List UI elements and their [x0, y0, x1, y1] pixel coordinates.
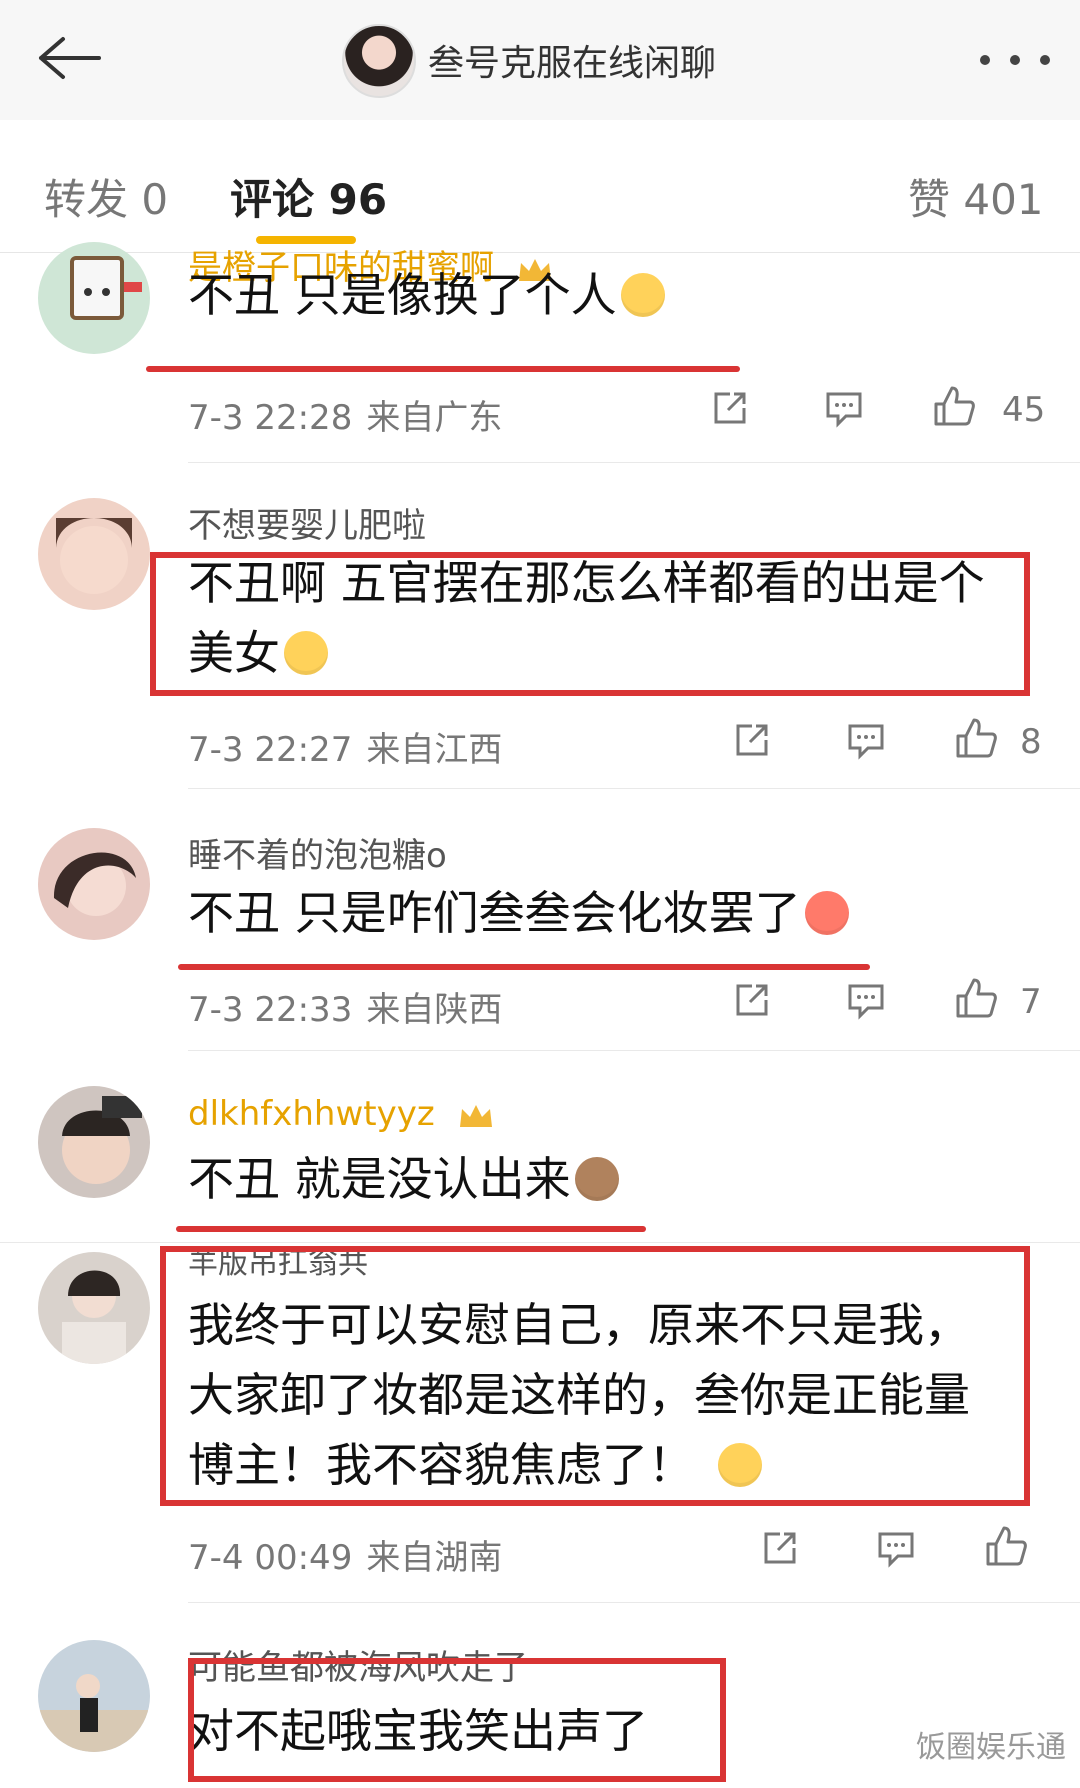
comment-time: 7-3 22:27 — [188, 730, 353, 770]
back-button[interactable] — [28, 18, 108, 98]
comment-meta: 7-3 22:27 来自江西 — [188, 722, 502, 771]
comment-icon — [848, 984, 884, 1020]
highlight-underline — [146, 366, 740, 372]
comment-divider — [188, 1602, 1080, 1603]
thumbs-up-icon — [986, 1526, 1027, 1566]
reply-button[interactable] — [874, 1526, 918, 1570]
see-no-evil-monkey-emoji-icon — [574, 1156, 619, 1201]
highlight-box — [150, 552, 1030, 696]
like-button[interactable] — [954, 976, 998, 1020]
avatar[interactable] — [38, 498, 150, 610]
comment-location: 来自广东 — [366, 398, 503, 438]
avatar[interactable] — [38, 828, 150, 940]
share-icon — [714, 392, 746, 424]
highlight-underline — [176, 1226, 646, 1232]
more-dot-icon — [980, 55, 990, 65]
more-dot-icon — [1040, 55, 1050, 65]
comment-text: 不丑 只是像换了个人 — [188, 260, 665, 330]
avatar[interactable] — [38, 1086, 150, 1198]
highlight-underline — [178, 964, 870, 970]
reply-button[interactable] — [822, 386, 866, 430]
avatar-image-icon — [70, 256, 142, 320]
highlight-box — [188, 1658, 726, 1782]
comment-divider — [188, 1050, 1080, 1051]
more-options-button[interactable] — [970, 40, 1060, 80]
comment-text-line: 不丑 只是咋们叁叁会化妆罢了 — [188, 886, 801, 940]
comment-username[interactable]: 不想要婴儿肥啦 — [188, 498, 426, 547]
reply-button[interactable] — [844, 718, 888, 762]
tab-likes[interactable]: 赞 401 — [908, 166, 1044, 227]
comment-text: 不丑 就是没认出来 — [188, 1144, 619, 1214]
avatar[interactable] — [38, 1640, 150, 1752]
comment-username: dlkhfxhhwtyyz — [188, 1094, 496, 1134]
avatar-image-icon — [62, 1270, 126, 1364]
more-dot-icon — [1010, 55, 1020, 65]
avatar[interactable] — [38, 1252, 150, 1364]
like-count: 7 — [1020, 982, 1042, 1022]
comment-text: 不丑 只是咋们叁叁会化妆罢了 — [188, 878, 849, 948]
comment-time: 7-3 22:33 — [188, 990, 353, 1030]
like-button[interactable] — [984, 1524, 1028, 1568]
laughing-emoji-icon — [620, 272, 665, 317]
username-text[interactable]: dlkhfxhhwtyyz — [188, 1094, 435, 1134]
like-count: 45 — [1002, 390, 1046, 430]
comment-meta: 7-3 22:33 来自陕西 — [188, 982, 502, 1031]
thumbs-up-icon — [956, 978, 997, 1018]
reply-button[interactable] — [844, 978, 888, 1022]
highlight-box — [160, 1246, 1030, 1506]
comment-icon — [878, 1532, 914, 1568]
avatar[interactable] — [38, 242, 150, 354]
share-icon — [764, 1532, 796, 1564]
share-button[interactable] — [730, 978, 774, 1022]
comment-icon — [848, 724, 884, 760]
share-button[interactable] — [730, 718, 774, 762]
share-button[interactable] — [758, 1526, 802, 1570]
like-count: 8 — [1020, 722, 1042, 762]
comment-divider — [188, 462, 1080, 463]
image-seam-divider — [0, 1242, 1080, 1243]
comment-divider — [188, 788, 1080, 789]
comment-location: 来自湖南 — [366, 1538, 503, 1578]
thumbs-up-icon — [934, 386, 975, 426]
watermark: 饭圈娱乐通 — [916, 1730, 1066, 1765]
avatar-image-icon — [56, 518, 132, 594]
like-button[interactable] — [954, 716, 998, 760]
comment-username[interactable]: 睡不着的泡泡糖o — [188, 828, 447, 877]
comment-location: 来自陕西 — [366, 990, 503, 1030]
vip-crown-icon — [459, 1104, 492, 1127]
tab-reposts[interactable]: 转发 0 — [44, 166, 168, 227]
top-bar: 叁号克服在线闲聊 — [0, 0, 1080, 121]
comment-location: 来自江西 — [366, 730, 503, 770]
heart-eyes-emoji-icon — [804, 890, 849, 935]
tab-bar: 转发 0 评论 96 赞 401 — [0, 120, 1080, 253]
tab-comments[interactable]: 评论 96 — [230, 166, 387, 227]
comment-time: 7-3 22:28 — [188, 398, 353, 438]
thumbs-up-icon — [956, 718, 997, 758]
blogger-avatar[interactable] — [342, 24, 416, 98]
comment-meta: 7-4 00:49 来自湖南 — [188, 1530, 502, 1579]
page-title: 叁号克服在线闲聊 — [428, 43, 717, 84]
comment-time: 7-4 00:49 — [188, 1538, 353, 1578]
avatar-image-icon — [62, 1096, 142, 1184]
share-icon — [736, 984, 768, 1016]
comment-meta: 7-3 22:28 来自广东 — [188, 390, 502, 439]
like-button[interactable] — [932, 384, 976, 428]
comment-text-line: 不丑 就是没认出来 — [188, 1152, 571, 1206]
avatar-image-icon — [53, 852, 136, 916]
share-icon — [736, 724, 768, 756]
avatar-image-icon — [38, 1674, 150, 1752]
comment-icon — [826, 392, 862, 428]
share-button[interactable] — [708, 386, 752, 430]
comment-text-line: 不丑 只是像换了个人 — [188, 268, 617, 322]
back-arrow-icon — [39, 37, 101, 79]
